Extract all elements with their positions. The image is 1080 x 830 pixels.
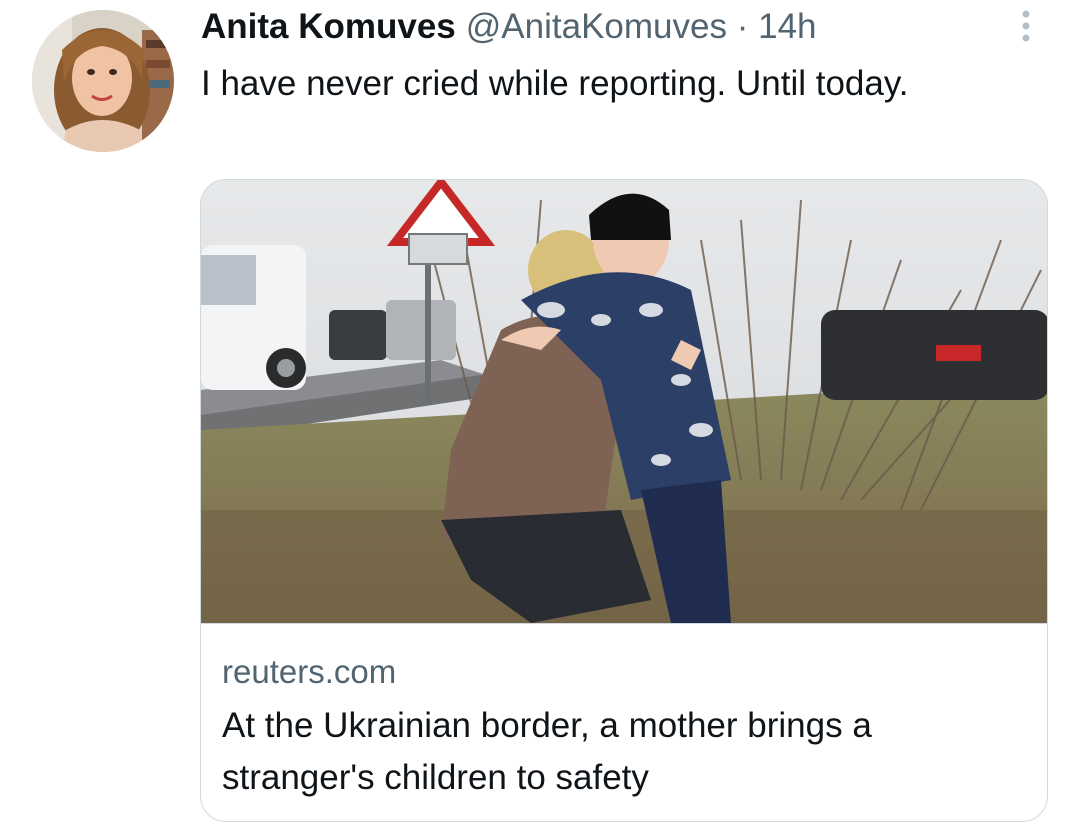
author-name[interactable]: Anita Komuves [201,7,456,46]
card-domain: reuters.com [222,653,397,690]
card-image [201,180,1047,623]
tweet-header: Anita Komuves @AnitaKomuves · 14h [201,4,1010,50]
author-avatar[interactable] [32,10,174,152]
card-divider [201,623,1047,624]
tweet-timestamp[interactable]: 14h [758,7,816,46]
tweet-text: I have never cried while reporting. Unti… [201,64,909,103]
more-vertical-icon [1022,10,1030,42]
author-handle[interactable]: @AnitaKomuves [466,7,727,46]
header-separator: · [736,7,749,46]
card-title[interactable]: At the Ukrainian border, a mother brings… [222,700,1032,804]
link-preview-card[interactable]: reuters.com At the Ukrainian border, a m… [200,179,1048,822]
more-options-button[interactable] [1006,6,1046,46]
